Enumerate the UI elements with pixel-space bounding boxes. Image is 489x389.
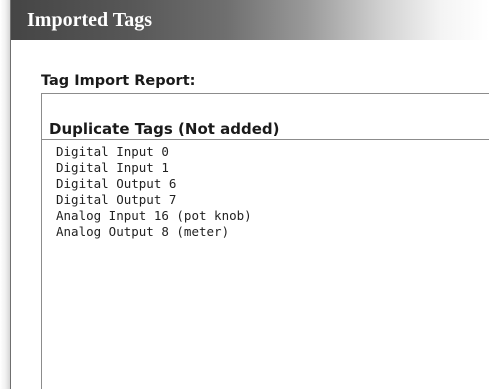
tag-list-item: Digital Output 7 <box>56 192 177 207</box>
tag-list-item: Digital Output 6 <box>56 176 177 191</box>
tag-list-item: Digital Input 0 <box>56 144 169 159</box>
section-divider <box>42 139 489 140</box>
tag-list-item: Digital Input 1 <box>56 160 169 175</box>
tag-list-item: Analog Output 8 (meter) <box>56 224 230 239</box>
tag-list-item: Analog Input 16 (pot knob) <box>56 208 252 223</box>
window-edge-shadow <box>0 0 10 389</box>
section-heading: Duplicate Tags (Not added) <box>49 120 280 138</box>
report-panel[interactable]: Duplicate Tags (Not added) Digital Input… <box>41 93 489 389</box>
window-titlebar[interactable]: Imported Tags <box>11 0 489 40</box>
duplicate-tag-list: Digital Input 0 Digital Input 1 Digital … <box>56 144 252 240</box>
report-title: Tag Import Report: <box>41 73 196 89</box>
imported-tags-window: Imported Tags Tag Import Report: Duplica… <box>10 0 489 389</box>
window-title: Imported Tags <box>27 9 153 31</box>
